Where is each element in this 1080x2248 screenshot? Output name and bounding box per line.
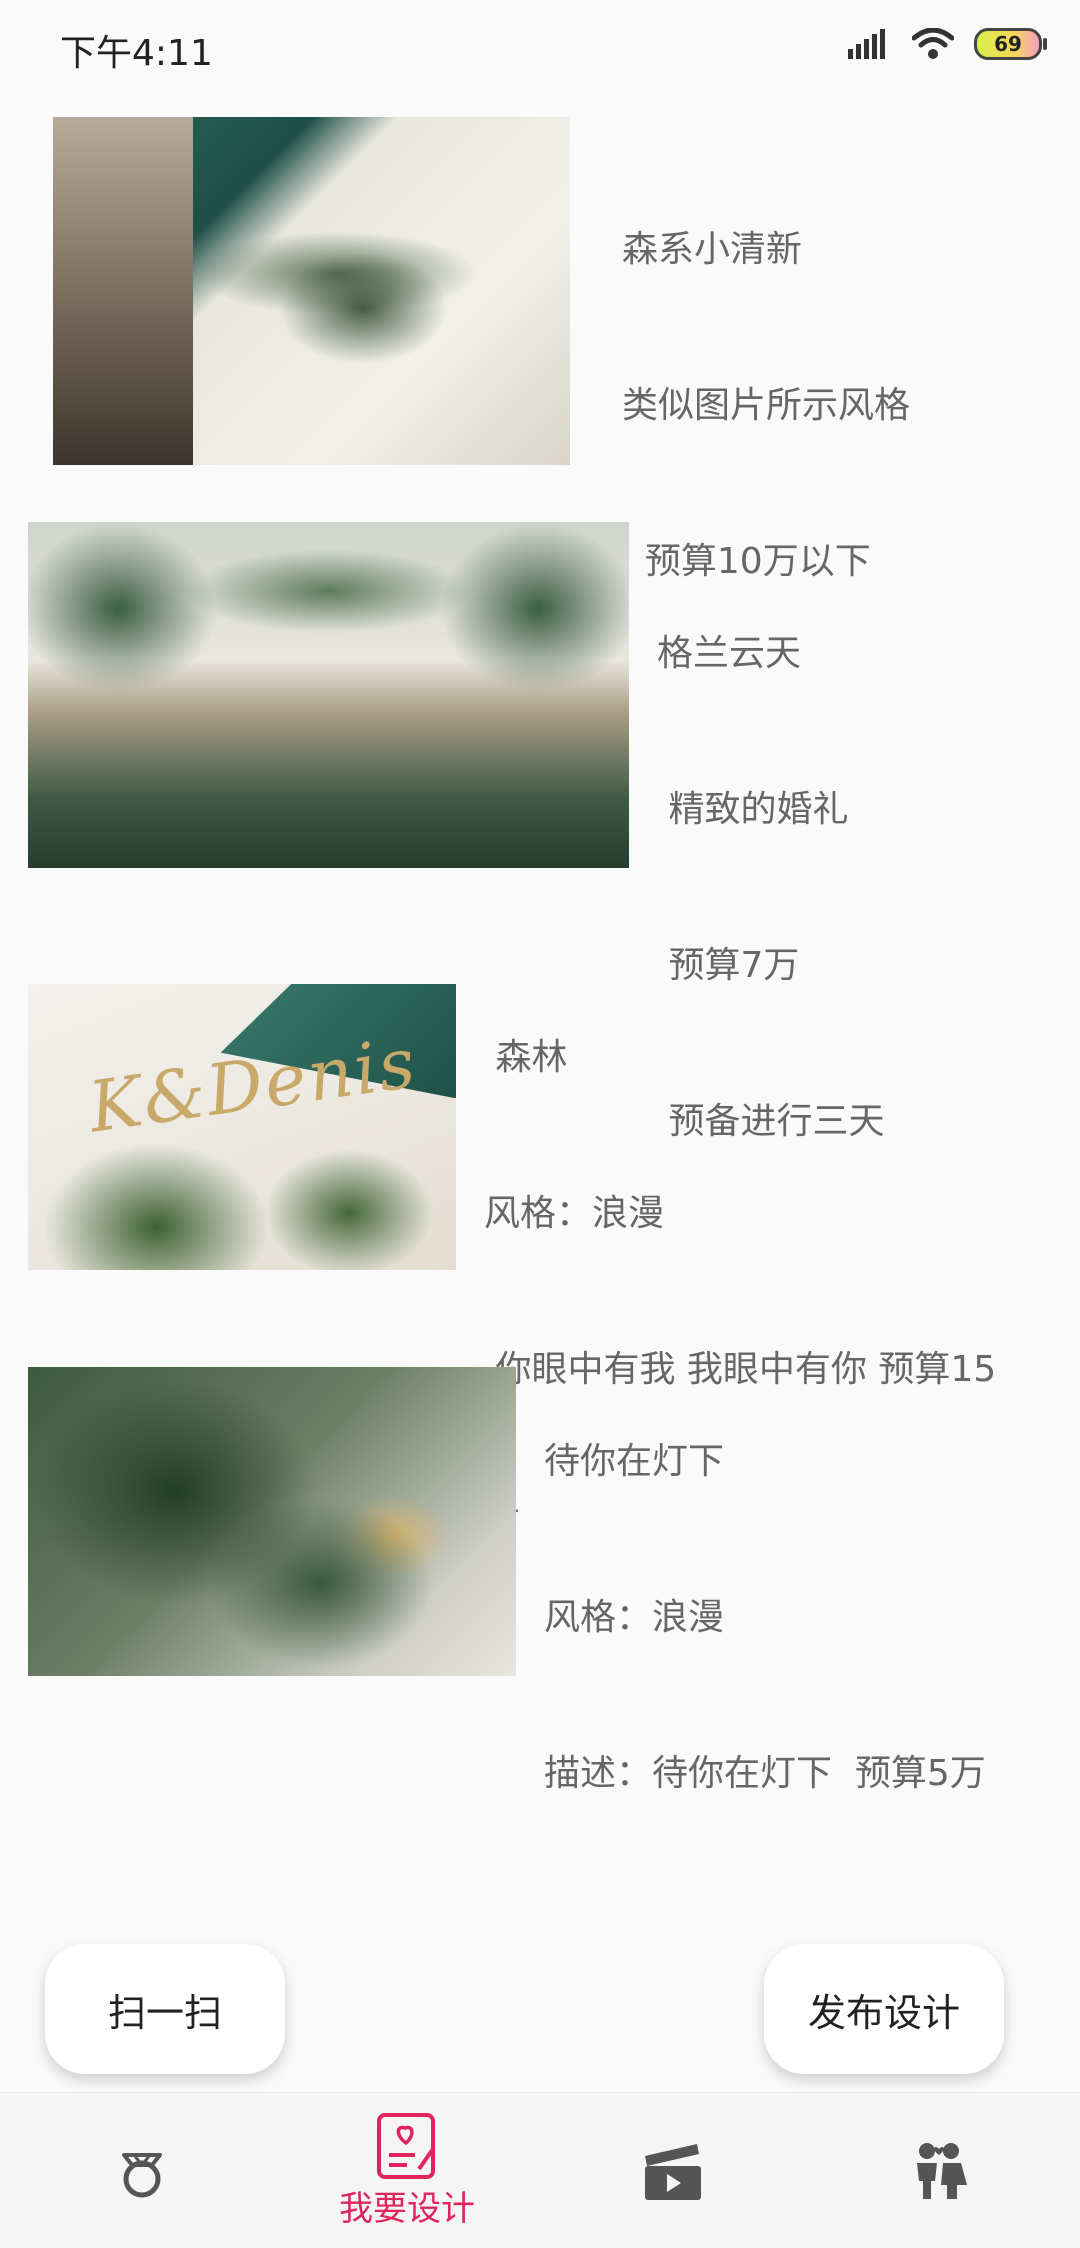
couple-icon [917, 2143, 967, 2199]
status-icons: 69 [848, 28, 1047, 60]
design-photo[interactable] [28, 1367, 516, 1676]
status-bar: 下午4:11 69 [0, 0, 1080, 100]
ring-icon [122, 2153, 162, 2198]
design-line: 类似图片所示风格 [622, 385, 911, 426]
wifi-icon [912, 28, 954, 59]
design-line: 待你在灯下 [544, 1441, 725, 1482]
design-line: 森林 [484, 1037, 568, 1078]
video-icon [645, 2144, 701, 2200]
scan-button[interactable]: 扫一扫 [45, 1944, 285, 2074]
tab-design[interactable]: 我要设计 [272, 2093, 542, 2248]
design-photo[interactable] [28, 522, 629, 868]
design-line: 格兰云天 [657, 633, 802, 674]
design-line: 风格：浪漫 [544, 1597, 725, 1638]
design-line: 森系小清新 [622, 229, 803, 270]
design-line: 风格：浪漫 [484, 1193, 665, 1234]
status-time: 下午4:11 [60, 33, 213, 74]
tab-video[interactable] [538, 2093, 808, 2248]
design-photo[interactable] [53, 117, 570, 465]
battery-icon: 69 [974, 28, 1047, 60]
tab-couple[interactable] [804, 2093, 1074, 2248]
publish-design-button[interactable]: 发布设计 [764, 1944, 1004, 2074]
design-description: 待你在灯下 风格：浪漫 描述：待你在灯下 预算5万 [544, 1332, 1064, 1904]
design-photo[interactable]: K&Denis [28, 984, 456, 1270]
design-icon [377, 2112, 435, 2179]
battery-level: 69 [994, 32, 1022, 56]
design-line: 精致的婚礼 [657, 789, 849, 830]
tab-ring[interactable] [7, 2093, 277, 2248]
logo-script-decoration: K&Denis [83, 1021, 422, 1149]
bottom-tab-bar: 我要设计 [0, 2092, 1080, 2248]
signal-icon [848, 29, 885, 59]
tab-design-label: 我要设计 [339, 2188, 475, 2229]
design-line: 描述：待你在灯下 预算5万 [544, 1753, 986, 1794]
